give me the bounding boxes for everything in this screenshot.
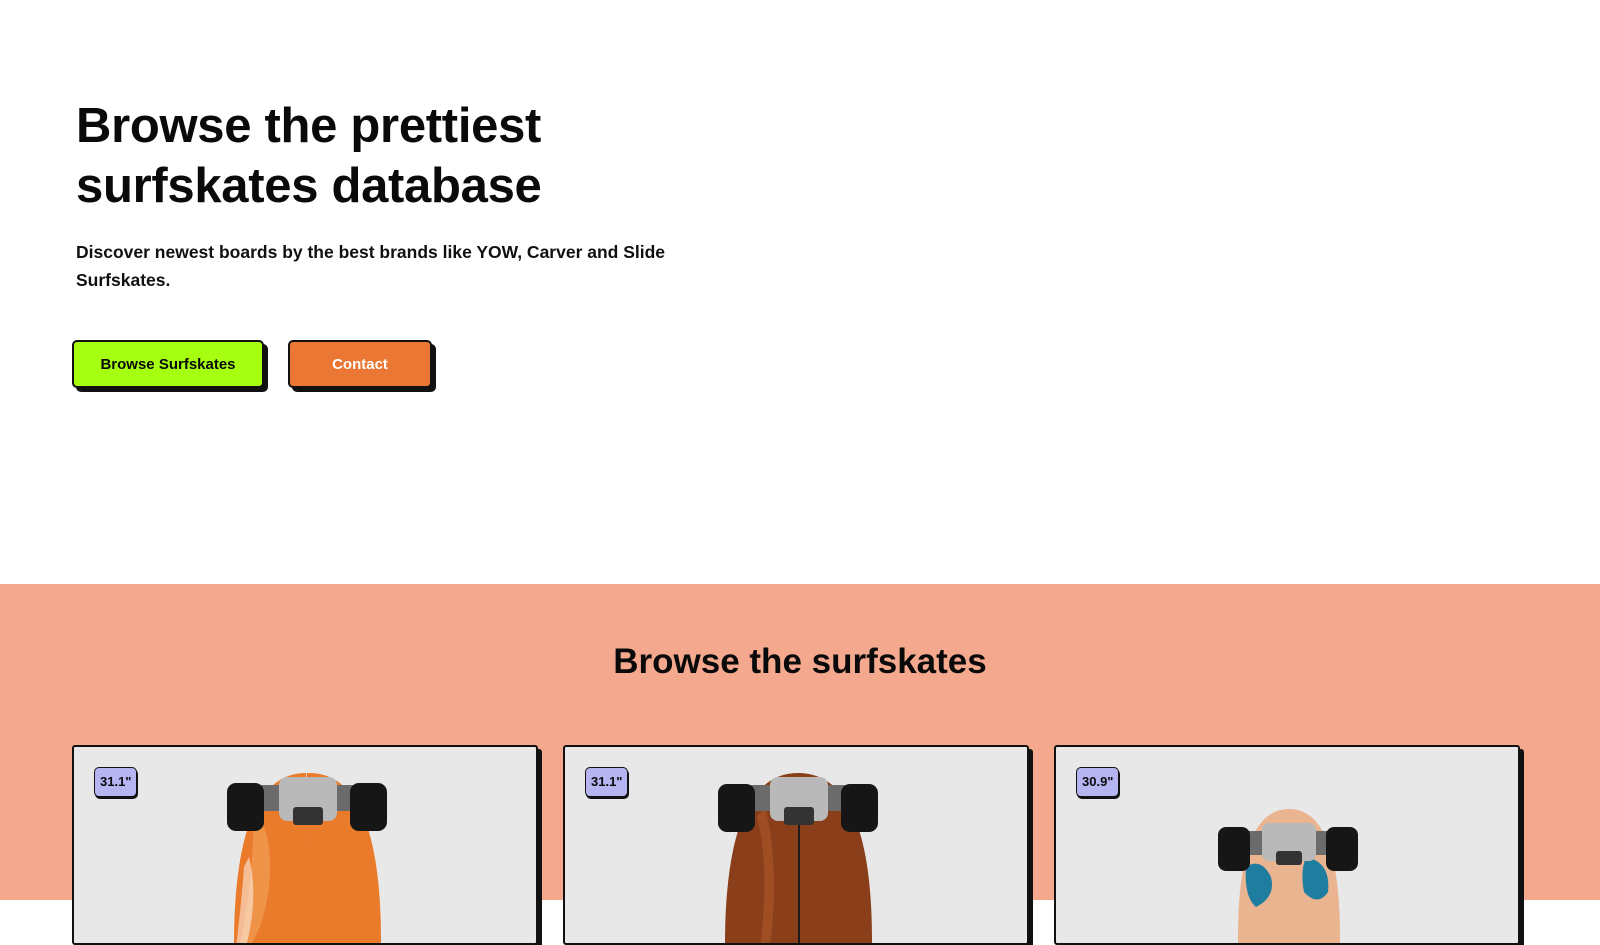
- surfskate-card[interactable]: 30.9": [1054, 745, 1520, 945]
- surfskate-image: [227, 773, 387, 943]
- surfskate-image: [1218, 809, 1358, 943]
- browse-section: Browse the surfskates 31.1" 31.1" 30.9": [0, 584, 1600, 945]
- board-length-badge: 31.1": [585, 767, 629, 797]
- hero-subtitle: Discover newest boards by the best brand…: [76, 242, 666, 290]
- browse-section-title: Browse the surfskates: [613, 642, 987, 681]
- board-length-badge: 30.9": [1076, 767, 1120, 797]
- contact-button[interactable]: Contact: [288, 340, 432, 388]
- hero-title: Browse the prettiest surfskates database: [76, 96, 636, 216]
- surfskate-card[interactable]: 31.1": [72, 745, 538, 945]
- hero-title-line-2: surfskates database: [76, 159, 542, 213]
- board-length-badge: 31.1": [94, 767, 138, 797]
- browse-surfskates-button[interactable]: Browse Surfskates: [72, 340, 264, 388]
- surfskate-card[interactable]: 31.1": [563, 745, 1029, 945]
- hero-section: Browse the prettiest surfskates database…: [0, 0, 1600, 584]
- hero-title-line-1: Browse the prettiest: [76, 99, 542, 153]
- surfskate-image: [718, 773, 878, 943]
